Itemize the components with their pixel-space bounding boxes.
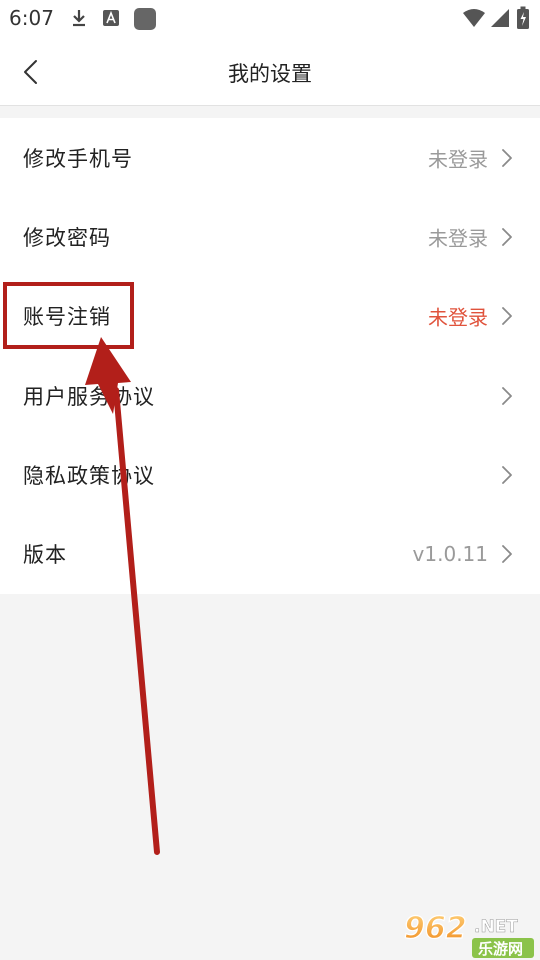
watermark-suffix: .NET: [474, 917, 518, 937]
watermark-number: 962: [404, 911, 467, 946]
watermark-sub: 乐游网: [478, 940, 523, 958]
watermark-logo: 962 .NET 乐游网: [403, 910, 534, 958]
annotation-arrow: [85, 337, 160, 855]
